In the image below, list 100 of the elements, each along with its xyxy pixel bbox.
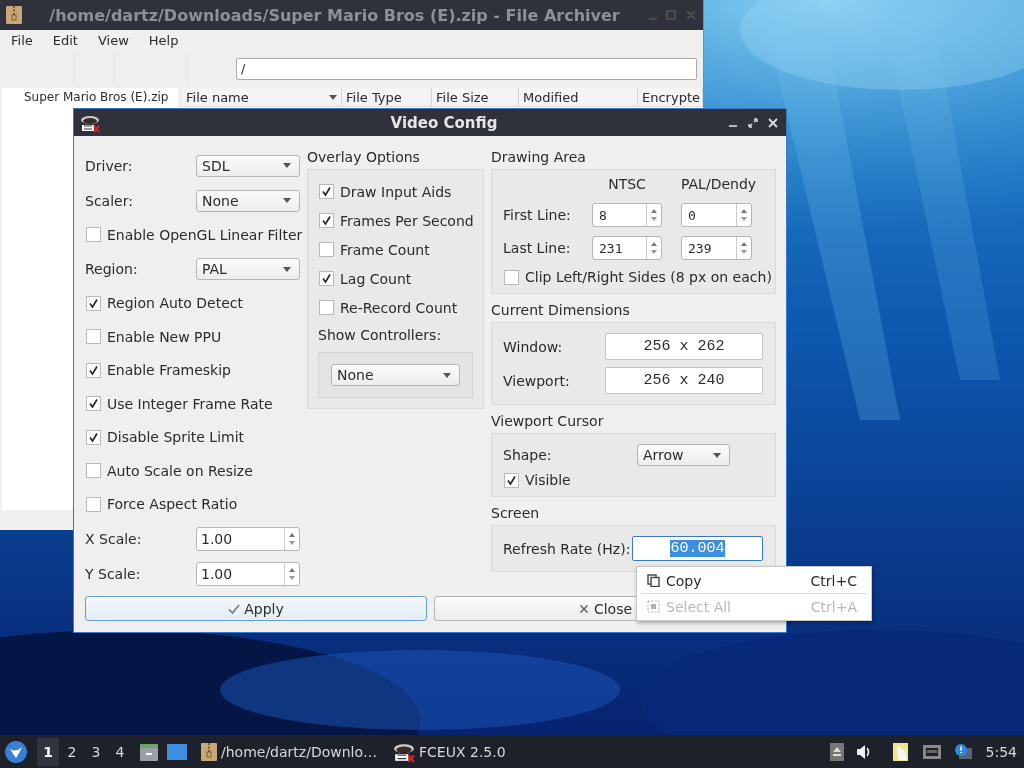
field-label: Shape: <box>503 447 553 463</box>
field-label: Viewport: <box>503 372 571 389</box>
spin-box[interactable]: 1.00 <box>196 526 300 551</box>
checkbox-label: Draw Input Aids <box>340 183 452 200</box>
checkbox-label: Disable Sprite Limit <box>107 429 245 446</box>
checkbox-label: Enable New PPU <box>107 328 222 345</box>
menu-item[interactable]: Edit <box>42 32 88 48</box>
checkbox[interactable] <box>319 271 334 286</box>
checkmark-icon <box>228 602 241 615</box>
menu-item[interactable]: View <box>87 32 139 48</box>
start-menu-icon[interactable] <box>5 740 27 763</box>
notification-icon[interactable] <box>953 742 972 761</box>
checkbox[interactable] <box>319 300 334 315</box>
menu-item[interactable]: Help <box>138 32 189 48</box>
checkbox[interactable] <box>86 227 101 243</box>
checkbox-label: Frame Count <box>340 241 430 258</box>
select-all-icon <box>647 600 660 613</box>
field-label: Y Scale: <box>85 565 142 582</box>
taskbar-button[interactable]: /home/dartz/Downlo… <box>199 737 380 766</box>
checkbox-label: Frames Per Second <box>340 212 474 229</box>
checkbox-label: Clip Left/Right Sides (8 px on each) <box>525 269 772 285</box>
checkbox[interactable] <box>319 213 334 228</box>
workspace-button[interactable]: 3 <box>85 737 107 766</box>
checkbox[interactable] <box>504 472 519 488</box>
apply-button[interactable]: Apply <box>85 596 427 621</box>
spin-box[interactable]: 1.00 <box>196 561 300 586</box>
taskbar-button[interactable]: FCEUX 2.5.0 <box>391 737 508 766</box>
column-header[interactable]: File Type <box>342 88 432 106</box>
field-label: Last Line: <box>503 240 572 256</box>
tree-item[interactable]: Super Mario Bros (E).zip <box>24 90 178 104</box>
copy-icon <box>647 574 660 587</box>
field-label: X Scale: <box>85 530 143 547</box>
group-title: Drawing Area <box>491 148 587 166</box>
group-title: Current Dimensions <box>491 301 631 319</box>
caret-icon <box>283 266 291 272</box>
group-title: Screen <box>491 504 541 522</box>
readonly-field[interactable]: 256 x 262 <box>605 333 763 360</box>
volume-icon[interactable] <box>855 743 872 760</box>
caret-icon <box>713 452 721 458</box>
group-title: Viewport Cursor <box>491 412 605 430</box>
checkbox[interactable] <box>86 429 101 445</box>
spin-box[interactable]: 231 <box>592 236 662 260</box>
readonly-field[interactable]: 256 x 240 <box>605 367 763 394</box>
clock: 5:54 <box>985 743 1017 760</box>
field-label: First Line: <box>503 207 572 223</box>
field-label: Driver: <box>85 157 134 174</box>
column-header: NTSC <box>607 176 647 194</box>
checkbox-label: Enable Frameskip <box>107 362 231 379</box>
checkbox-label: Force Aspect Ratio <box>107 496 238 513</box>
checkbox[interactable] <box>319 242 334 257</box>
field-label: Refresh Rate (Hz): <box>503 540 632 557</box>
checkbox-label: Lag Count <box>340 270 412 287</box>
checkbox-label: Region Auto Detect <box>107 295 243 312</box>
file-cabinet-icon[interactable] <box>139 741 159 762</box>
field-label: Scaler: <box>85 192 134 209</box>
spin-box[interactable]: 8 <box>592 203 662 227</box>
spin-box[interactable]: 0 <box>681 203 752 227</box>
maximize-icon[interactable] <box>748 117 758 128</box>
group-title: Overlay Options <box>307 148 421 166</box>
menu-item[interactable]: Copy Ctrl+C <box>641 568 867 593</box>
checkbox-label: Re-Record Count <box>340 299 458 316</box>
column-header[interactable]: File Size <box>432 88 519 106</box>
menu-item[interactable]: File <box>1 32 43 48</box>
close-icon[interactable] <box>768 117 778 128</box>
checkbox-label: Use Integer Frame Rate <box>107 395 273 412</box>
checkbox-label: Auto Scale on Resize <box>107 462 253 479</box>
dropdown[interactable]: None <box>331 364 460 386</box>
caret-icon <box>283 163 291 168</box>
workspace-button[interactable]: 4 <box>109 737 131 766</box>
checkbox[interactable] <box>319 184 334 199</box>
clipboard-icon[interactable] <box>891 741 910 762</box>
archive-icon <box>6 6 22 24</box>
dropdown[interactable]: SDL <box>196 154 300 177</box>
dropdown[interactable]: Arrow <box>637 444 730 466</box>
path-field[interactable]: / <box>236 58 697 80</box>
window-title: Video Config <box>389 113 499 132</box>
dropdown[interactable]: PAL <box>196 258 300 280</box>
field-label: Show Controllers: <box>318 327 442 343</box>
column-header[interactable]: Modified <box>519 88 638 106</box>
checkbox[interactable] <box>86 295 101 311</box>
workspace-button[interactable]: 1 <box>37 737 59 766</box>
caret-icon <box>443 372 451 378</box>
column-header[interactable]: File name <box>182 88 342 106</box>
column-header[interactable]: Encrypte <box>638 88 703 106</box>
close-icon <box>577 602 590 615</box>
workspace-button[interactable]: 2 <box>61 737 83 766</box>
archive-icon <box>201 742 217 761</box>
window-icon[interactable] <box>167 742 187 761</box>
eject-icon[interactable] <box>829 742 844 761</box>
checkbox[interactable] <box>86 362 101 378</box>
field-label: Region: <box>85 261 139 277</box>
checkbox[interactable] <box>86 496 101 512</box>
dropdown[interactable]: None <box>196 189 300 212</box>
checkbox[interactable] <box>504 269 519 285</box>
checkbox-label: Visible <box>525 472 571 488</box>
network-icon[interactable] <box>921 743 942 760</box>
checkbox[interactable] <box>86 463 101 479</box>
spin-box[interactable]: 239 <box>681 236 752 260</box>
checkbox[interactable] <box>86 329 101 345</box>
checkbox[interactable] <box>86 396 101 412</box>
